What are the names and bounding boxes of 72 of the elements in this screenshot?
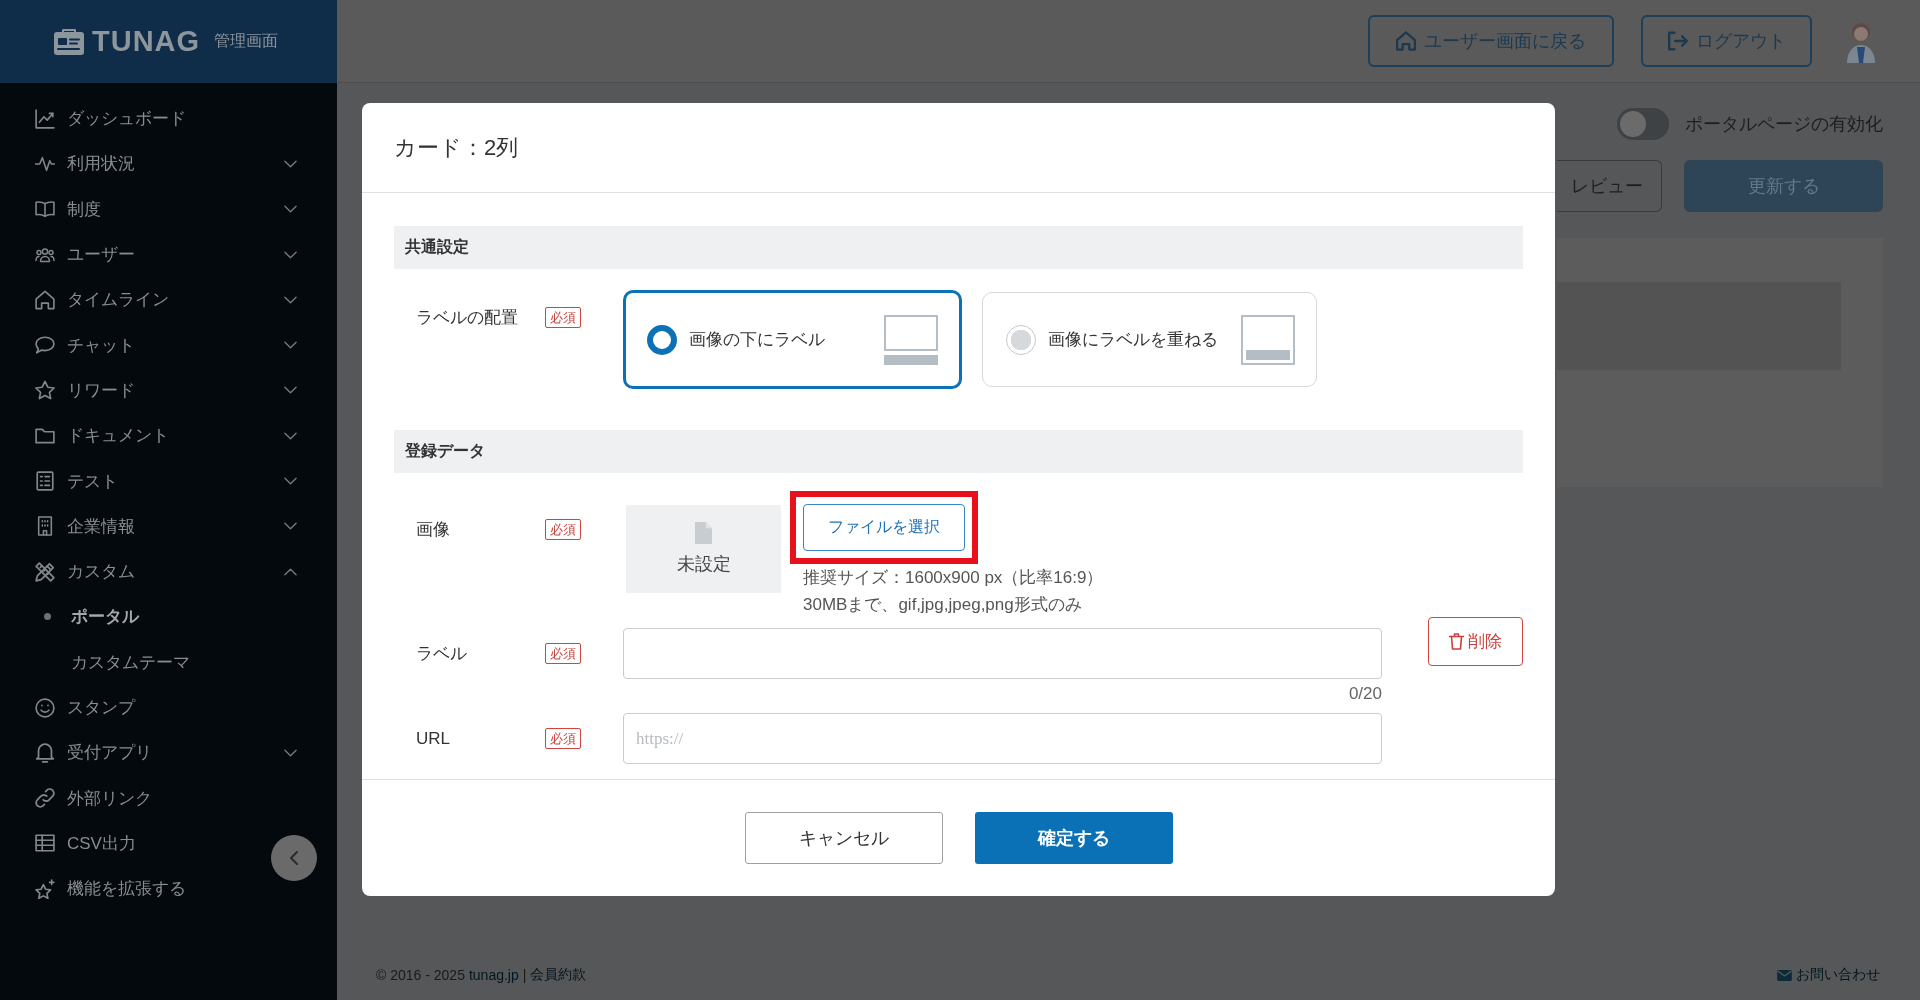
checklist-icon [35, 471, 55, 491]
star-sparkle-icon [35, 878, 55, 899]
nav-item[interactable]: 企業情報 [0, 503, 337, 549]
section-header: 登録データ [394, 430, 1523, 473]
home-icon [1396, 31, 1416, 51]
nav-item[interactable]: ドキュメント [0, 413, 337, 459]
field-label: URL [416, 728, 451, 749]
option-label: 画像にラベルを重ねる [1048, 329, 1218, 351]
label-position-option[interactable]: 画像の下にラベル [623, 290, 962, 389]
chevron-left-icon [290, 851, 298, 865]
toggle-label: ポータルページの有効化 [1685, 113, 1883, 136]
home-icon [35, 289, 55, 310]
star-icon [35, 380, 55, 401]
table-icon [35, 833, 55, 854]
choose-file-button[interactable]: ファイルを選択 [803, 504, 965, 551]
nav-item[interactable]: カスタム [0, 548, 337, 595]
nav-item[interactable]: 受付アプリ [0, 730, 337, 776]
logo-icon [54, 28, 84, 55]
option-label: 画像の下にラベル [689, 329, 825, 351]
nav-item[interactable]: タイムライン [0, 277, 337, 323]
line-chart-icon [35, 108, 55, 129]
brand-name: TUNAG [92, 25, 201, 58]
nav-item[interactable]: 外部リンク [0, 775, 337, 821]
collapse-sidebar-button[interactable] [271, 835, 317, 881]
nav-item[interactable]: ユーザー [0, 231, 337, 278]
logout-icon [1667, 31, 1688, 51]
modal-title: カード：2列 [394, 133, 519, 162]
nav-item[interactable]: 制度 [0, 186, 337, 232]
pencil-ruler-icon [35, 561, 55, 582]
nav-item[interactable]: 機能を拡張する [0, 866, 337, 912]
brand-subtitle: 管理画面 [214, 31, 279, 51]
image-caption-overlay-icon [1241, 314, 1295, 365]
required-badge: 必須 [545, 728, 581, 749]
field-label: 画像 [416, 519, 451, 540]
character-counter: 0/20 [1348, 685, 1382, 703]
cancel-button[interactable]: キャンセル [744, 812, 943, 864]
building-icon [35, 516, 55, 537]
nav-subitem[interactable]: カスタムテーマ [0, 639, 337, 685]
image-caption-below-icon [884, 314, 938, 365]
hint-text: 推奨サイズ：1600x900 px（比率16:9） [803, 567, 1104, 589]
nav-item[interactable]: スタンプ [0, 684, 337, 731]
mail-icon [1777, 969, 1792, 981]
link-icon [35, 788, 55, 809]
text-input[interactable]: https:// [623, 713, 1382, 764]
nav-item[interactable]: CSV出力 [0, 820, 337, 867]
label-position-option[interactable]: 画像にラベルを重ねる [982, 292, 1317, 387]
required-badge: 必須 [545, 643, 581, 664]
confirm-button[interactable]: 確定する [974, 812, 1173, 864]
copyright-text: © 2016 - 2025 [376, 967, 465, 983]
nav-item[interactable]: ダッシュボード [0, 96, 337, 142]
nav-item[interactable]: リワード [0, 367, 337, 414]
chat-bubble-icon [35, 335, 55, 356]
delete-button[interactable]: 削除 [1428, 617, 1523, 666]
text-input[interactable] [623, 628, 1382, 679]
field-label: ラベル [416, 643, 468, 664]
nav-item[interactable]: チャット [0, 322, 337, 368]
nav-item[interactable]: 利用状況 [0, 141, 337, 187]
book-icon [35, 199, 55, 220]
trash-icon [1449, 633, 1464, 650]
file-icon [695, 522, 712, 544]
section-header: 共通設定 [394, 226, 1523, 269]
toggle-switch[interactable] [1617, 108, 1669, 140]
nav-subitem[interactable]: ポータル [0, 594, 337, 640]
hint-text: 30MBまで、gif,jpg,jpeg,png形式のみ [803, 594, 1083, 616]
separator-text: | [522, 967, 527, 983]
bell-icon [35, 742, 55, 763]
required-badge: 必須 [545, 307, 581, 328]
image-status-text: 未設定 [676, 553, 731, 576]
required-badge: 必須 [545, 519, 581, 540]
nav-item[interactable]: テスト [0, 458, 337, 504]
field-label: ラベルの配置 [416, 307, 519, 328]
smiley-icon [35, 697, 55, 718]
